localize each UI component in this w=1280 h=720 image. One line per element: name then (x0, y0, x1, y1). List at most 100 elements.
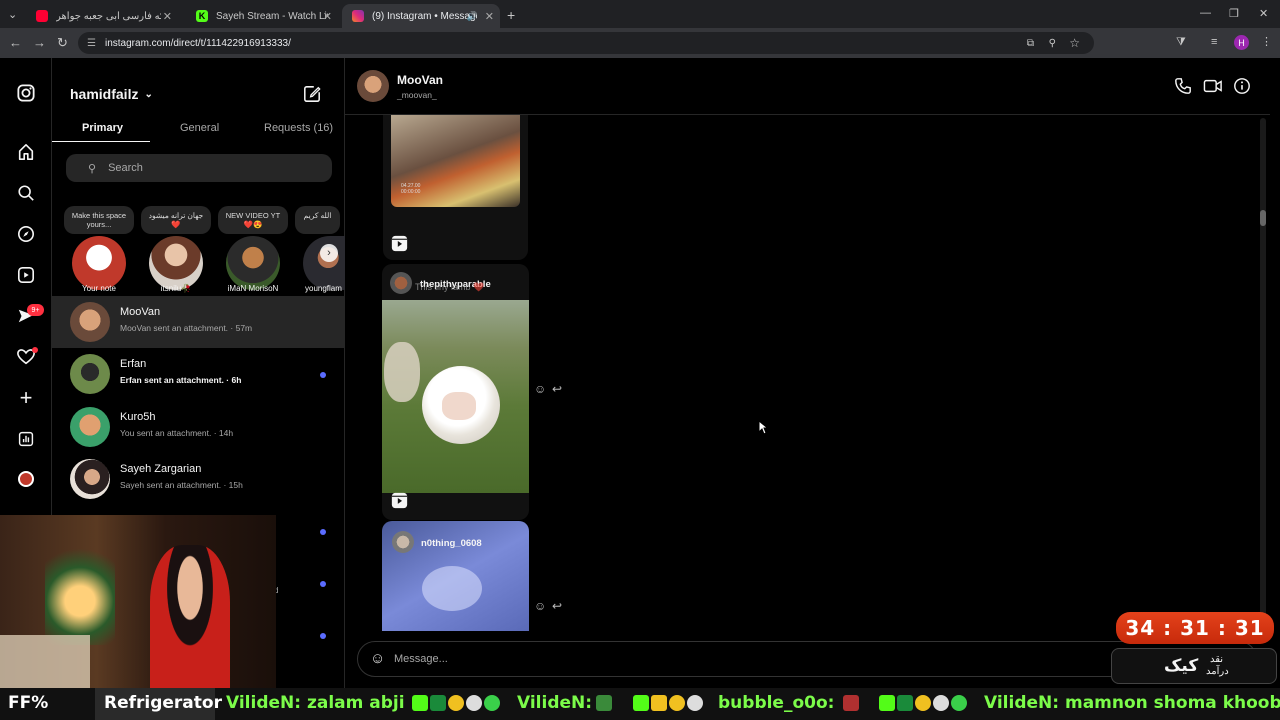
profile-icon[interactable] (15, 468, 37, 490)
create-icon[interactable]: + (15, 385, 37, 410)
new-message-icon[interactable] (303, 85, 321, 108)
browser-toolbar: ← → ↻ ☰ instagram.com/direct/t/111422916… (0, 28, 1280, 58)
speaker-icon[interactable]: 🔊 (467, 11, 478, 22)
info-icon[interactable] (1233, 77, 1251, 100)
conversation-preview: MooVan sent an attachment. · 57m (120, 323, 253, 333)
conversation-item[interactable]: Sayeh Zargarian Sayeh sent an attachment… (52, 453, 345, 505)
avatar (70, 354, 110, 394)
kick-donation-widget: کیک نقد درآمد (1111, 648, 1277, 684)
close-tab-icon[interactable]: ✕ (163, 10, 172, 23)
conversation-item[interactable]: Kuro5h You sent an attachment. · 14h (52, 401, 345, 453)
tab-requests[interactable]: Requests (16) (264, 122, 333, 134)
shared-reel[interactable]: n0thing_0608 (382, 521, 529, 631)
explore-icon[interactable] (15, 223, 37, 245)
username: hamidfailz (70, 86, 139, 102)
conversation-item[interactable]: Erfan Erfan sent an attachment. · 6h (52, 348, 345, 400)
home-icon[interactable] (15, 141, 37, 163)
chat-contact-name[interactable]: MooVan (397, 73, 443, 87)
ticker-text: bubble_o0o: (718, 693, 835, 713)
dashboard-icon[interactable] (15, 428, 37, 450)
phone-icon[interactable] (1174, 77, 1192, 100)
chevron-right-icon[interactable]: › (320, 244, 338, 262)
extensions-icon[interactable]: ⧩ (1176, 36, 1186, 49)
avatar[interactable] (226, 236, 280, 290)
reading-list-icon[interactable]: ≡ (1211, 36, 1217, 48)
active-tab-indicator (52, 141, 150, 142)
restore-icon[interactable]: ❐ (1229, 7, 1239, 20)
tab-title: (9) Instagram • Messages (372, 10, 477, 22)
browser-tab-active[interactable]: (9) Instagram • Messages 🔊 ✕ (342, 4, 500, 28)
instagram-favicon-icon (352, 10, 364, 22)
note-bubble[interactable]: NEW VIDEO YT ❤️😍 (218, 206, 288, 234)
reply-icon[interactable]: ↩ (552, 382, 562, 396)
skull-badge-icon (933, 695, 949, 711)
chat-badges (633, 693, 705, 713)
new-tab-icon[interactable]: + (507, 7, 515, 23)
menu-kebab-icon[interactable]: ⋮ (1261, 35, 1272, 48)
mouse-cursor-icon (758, 419, 769, 440)
avatar (70, 302, 110, 342)
unread-dot (320, 529, 326, 535)
avatar[interactable] (149, 236, 203, 290)
lamb-face (442, 392, 476, 420)
react-emoji-icon[interactable]: ☺ (534, 599, 546, 613)
bookmark-star-icon[interactable]: ☆ (1069, 36, 1080, 50)
note-bubble[interactable]: جهان ترانه میشود ❤️ (141, 206, 211, 234)
tab-primary[interactable]: Primary (82, 122, 123, 134)
unread-dot (320, 633, 326, 639)
tab-title: کارائوکه فارسی ابی جعبه جواهر (56, 10, 161, 22)
tab-search-icon[interactable]: ⌄ (8, 8, 17, 21)
instagram-icon[interactable] (15, 82, 37, 104)
profile-avatar[interactable]: H (1234, 35, 1249, 50)
tab-general[interactable]: General (180, 122, 219, 134)
ticker-text: VilideN: (517, 693, 593, 713)
chat-scrollbar[interactable] (1259, 118, 1267, 638)
search-icon[interactable] (15, 182, 37, 204)
note-label: iMaN MorisoN (227, 284, 279, 293)
react-emoji-icon[interactable]: ☺ (534, 382, 546, 396)
avatar[interactable] (72, 236, 126, 290)
reel-subject-shape (422, 566, 482, 611)
kick-badge-icon (412, 695, 428, 711)
search-icon: ⚲ (88, 162, 97, 175)
kick-sub-label: نقد (1210, 654, 1224, 665)
browser-tab[interactable]: کارائوکه فارسی ابی جعبه جواهر ✕ (26, 4, 178, 28)
account-switcher[interactable]: hamidfailz ⌄ (70, 86, 153, 102)
note-bubble[interactable]: Make this space yours... (64, 206, 134, 234)
skull-badge-icon (466, 695, 482, 711)
close-tab-icon[interactable]: ✕ (485, 10, 494, 23)
note-bubble[interactable]: الله کریم (295, 206, 340, 234)
search-input[interactable]: ⚲ Search (66, 154, 332, 182)
coin-badge-icon (669, 695, 685, 711)
stream-timer: 34 : 31 : 31 (1116, 612, 1274, 644)
close-window-icon[interactable]: ✕ (1259, 7, 1268, 20)
avatar (70, 407, 110, 447)
minimize-icon[interactable]: — (1200, 7, 1211, 19)
site-info-icon[interactable]: ☰ (87, 38, 96, 49)
chat-header: MooVan _moovan_ (345, 58, 1270, 115)
reels-icon[interactable] (15, 264, 37, 286)
avatar[interactable] (357, 70, 389, 102)
close-tab-icon[interactable]: ✕ (323, 10, 332, 23)
shared-reel[interactable]: thepithyparable This tiny lamb ❤️ (382, 264, 529, 520)
chat-ticker: FF% Refrigerator VilideN: zalam abji Vil… (0, 688, 1280, 720)
install-app-icon[interactable]: ⧉ (1027, 38, 1034, 49)
video-call-icon[interactable] (1203, 77, 1223, 100)
sub-badge-icon (897, 695, 913, 711)
skull-badge-icon (687, 695, 703, 711)
note-label: youngflam (305, 284, 342, 293)
forward-icon[interactable]: → (33, 35, 46, 50)
emoji-picker-icon[interactable]: ☺ (370, 650, 385, 667)
scrollbar-thumb[interactable] (1260, 210, 1266, 226)
emote-icon (843, 695, 859, 711)
conversation-preview: You sent an attachment. · 14h (120, 428, 234, 438)
back-icon[interactable]: ← (9, 35, 22, 50)
conversation-item[interactable]: MooVan MooVan sent an attachment. · 57m (52, 296, 345, 348)
address-bar[interactable]: ☰ instagram.com/direct/t/111422916913333… (78, 32, 1094, 54)
webcam-overlay (0, 515, 276, 688)
reload-icon[interactable]: ↻ (57, 35, 68, 51)
browser-tab[interactable]: K Sayeh Stream - Watch Live on Kick ✕ (186, 4, 338, 28)
reply-icon[interactable]: ↩ (552, 599, 562, 613)
zoom-icon[interactable]: ⚲ (1049, 38, 1056, 49)
kick-favicon-icon: K (196, 10, 208, 22)
